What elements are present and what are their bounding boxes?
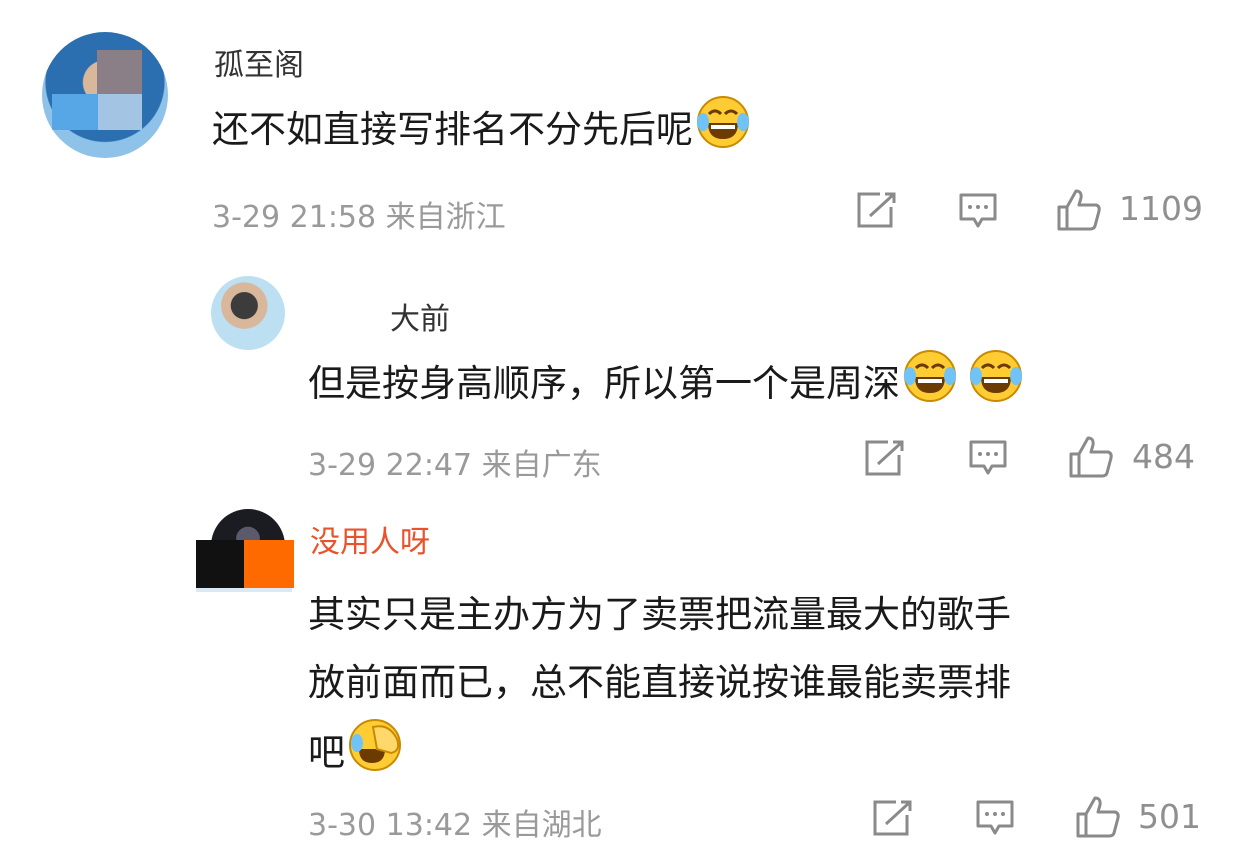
like-count: 1109 (1119, 189, 1203, 228)
comment-time: 22:47 (385, 448, 473, 483)
comment-time: 21:58 (289, 200, 377, 235)
comment-date: 3-29 (212, 200, 281, 235)
reply-comment: 大前 但是按身高顺序，所以第一个是周深 3-29 22:47 来自广东 484 (0, 250, 1242, 592)
comment: 孤至阁 还不如直接写排名不分先后呢 3-29 21:58 来自浙江 1109 (0, 0, 1242, 250)
comment-text: 但是按身高顺序，所以第一个是周深 (308, 348, 1208, 426)
facepalm-laugh-icon (347, 717, 403, 795)
comment-body: 吧 (308, 731, 345, 774)
comment-location: 来自广东 (481, 448, 602, 483)
comment-body: 还不如直接写排名不分先后呢 (212, 108, 693, 151)
like-count: 501 (1138, 797, 1201, 836)
avatar-mosaic (196, 540, 244, 588)
like-count: 484 (1132, 437, 1195, 476)
comment-date: 3-30 (308, 808, 377, 843)
comment-time: 13:42 (385, 808, 473, 843)
comment-location: 来自浙江 (385, 200, 506, 235)
comment-text: 其实只是主办方为了卖票把流量最大的歌手 放前面而已，总不能直接说按谁最能卖票排 … (308, 581, 1208, 795)
laughing-tears-icon (695, 94, 751, 172)
username[interactable]: 大前 (390, 294, 450, 338)
thumbs-up-icon[interactable] (1075, 795, 1121, 839)
comment-date: 3-29 (308, 448, 377, 483)
username[interactable]: 孤至阁 (214, 40, 304, 84)
avatar[interactable] (211, 276, 285, 350)
comment-icon[interactable] (958, 192, 998, 232)
avatar[interactable] (42, 32, 168, 158)
comment-body: 但是按身高顺序，所以第一个是周深 (308, 362, 900, 405)
avatar-mosaic (244, 540, 294, 588)
laughing-tears-icon (968, 348, 1024, 426)
comment-location: 来自湖北 (481, 808, 602, 843)
username[interactable]: 没用人呀 (310, 517, 430, 561)
share-icon[interactable] (864, 439, 906, 477)
share-icon[interactable] (872, 799, 914, 837)
comment-icon[interactable] (975, 799, 1015, 839)
reply-comment: 没用人呀 其实只是主办方为了卖票把流量最大的歌手 放前面而已，总不能直接说按谁最… (0, 495, 1242, 865)
comment-meta: 3-30 13:42 来自湖北 (308, 800, 602, 844)
comment-line: 放前面而已，总不能直接说按谁最能卖票排 (308, 661, 1011, 704)
comment-meta: 3-29 22:47 来自广东 (308, 440, 602, 484)
comment-line-last: 吧 (308, 717, 1208, 795)
thumbs-up-icon[interactable] (1056, 188, 1102, 232)
comment-icon[interactable] (968, 439, 1008, 479)
comment-line: 其实只是主办方为了卖票把流量最大的歌手 (308, 593, 1011, 636)
laughing-tears-icon (902, 348, 958, 426)
comment-meta: 3-29 21:58 来自浙江 (212, 192, 506, 236)
thumbs-up-icon[interactable] (1068, 435, 1114, 479)
share-icon[interactable] (856, 191, 898, 229)
comment-text: 还不如直接写排名不分先后呢 (212, 94, 1192, 172)
